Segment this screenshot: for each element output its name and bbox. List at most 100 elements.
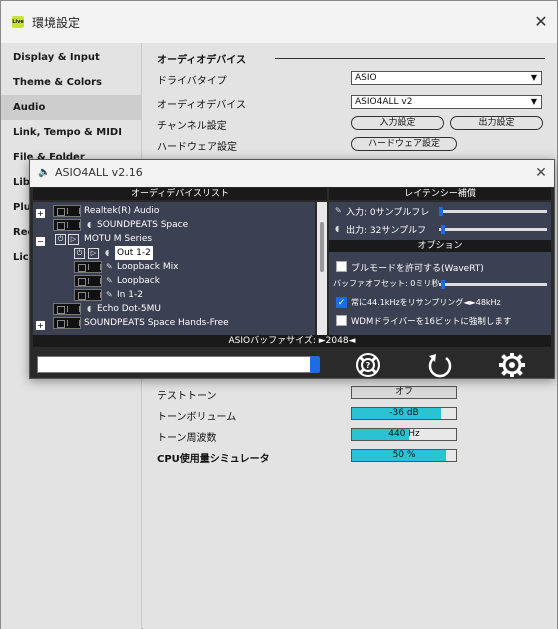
audio-device-select[interactable]: ASIO4ALL v2 ▼ bbox=[351, 95, 542, 109]
speaker-icon: ◖ bbox=[105, 248, 110, 257]
asio-title: ASIO4ALL v2.16 bbox=[55, 166, 143, 179]
buffer-size-knob[interactable] bbox=[310, 356, 320, 373]
latency-in-knob[interactable] bbox=[439, 207, 443, 216]
buffer-offset-label: バッファオフセット: 0ミリ秒 bbox=[333, 279, 440, 288]
device-list: + Realtek(R) Audio ◖ SOUNDPEATS Space − … bbox=[33, 202, 315, 335]
sidebar-item-theme-colors[interactable]: Theme & Colors bbox=[1, 70, 142, 95]
cpu-sim-label: CPU使用量シミュレータ bbox=[157, 454, 270, 465]
wavert-label: ブルモードを許可する(WaveRT) bbox=[351, 264, 484, 274]
power-icon[interactable]: ⏻ bbox=[55, 234, 66, 245]
expand-icon[interactable]: + bbox=[36, 321, 45, 330]
audio-device-value: ASIO4ALL v2 bbox=[355, 97, 413, 107]
speaker-icon: ◖ bbox=[335, 224, 340, 233]
device-list-header: オーディデバイスリスト bbox=[33, 188, 327, 200]
speaker-icon: ◖ bbox=[87, 304, 92, 313]
audio-device-label: オーディオデバイス bbox=[157, 100, 246, 111]
section-divider bbox=[275, 58, 545, 59]
device-soundpeats-handsfree[interactable]: SOUNDPEATS Space Hands-Free bbox=[84, 316, 229, 330]
force-16bit-checkbox[interactable] bbox=[336, 315, 347, 326]
live-logo: Live bbox=[12, 16, 24, 28]
buffer-offset-slider[interactable] bbox=[439, 283, 547, 286]
device-list-scrollbar[interactable] bbox=[317, 202, 327, 335]
driver-type-label: ドライバタイプ bbox=[157, 76, 227, 87]
close-icon[interactable]: ✕ bbox=[530, 162, 552, 184]
sidebar-item-link-tempo-midi[interactable]: Link, Tempo & MIDI bbox=[1, 120, 142, 145]
mic-icon: ✎ bbox=[106, 262, 113, 271]
output-config-button[interactable]: 出力設定 bbox=[450, 116, 543, 130]
play-icon[interactable]: ▷ bbox=[88, 248, 99, 259]
tone-volume-slider[interactable]: -36 dB bbox=[351, 407, 457, 420]
speaker-icon: ◖ bbox=[87, 220, 92, 229]
speaker-icon: 🔈 bbox=[38, 167, 51, 178]
cpu-sim-slider[interactable]: 50 % bbox=[351, 449, 457, 462]
buffer-offset-knob[interactable] bbox=[441, 280, 445, 289]
latency-in-label: 入力: 0サンプルフレ bbox=[346, 208, 430, 218]
scrollbar-thumb[interactable] bbox=[320, 222, 324, 272]
collapse-icon[interactable]: − bbox=[36, 237, 45, 246]
asio-body: オーディデバイスリスト レイテンシー補償 + Realtek(R) Audio … bbox=[30, 187, 554, 378]
channel-out-1-2[interactable]: Out 1-2 bbox=[115, 246, 153, 260]
tone-volume-value: -36 dB bbox=[389, 408, 419, 418]
device-icon bbox=[53, 219, 81, 231]
mic-icon: ✎ bbox=[106, 290, 113, 299]
force-16bit-label: WDMドライバーを16ビットに強制します bbox=[351, 317, 512, 327]
latency-out-slider[interactable] bbox=[439, 228, 547, 231]
channel-loopback[interactable]: Loopback bbox=[117, 274, 160, 288]
hardware-config-label: ハードウェア設定 bbox=[157, 142, 237, 153]
chevron-down-icon: ▼ bbox=[530, 97, 537, 106]
device-icon bbox=[53, 205, 81, 217]
options-header: オプション bbox=[329, 240, 551, 252]
wavert-checkbox[interactable] bbox=[336, 261, 347, 272]
latency-out-knob[interactable] bbox=[441, 225, 445, 234]
close-icon[interactable]: ✕ bbox=[529, 10, 553, 34]
expand-icon[interactable]: + bbox=[36, 209, 45, 218]
chevron-down-icon: ▼ bbox=[530, 73, 537, 82]
buffer-size-slider[interactable] bbox=[37, 356, 320, 373]
mic-icon: ✎ bbox=[335, 206, 342, 215]
device-realtek[interactable]: Realtek(R) Audio bbox=[84, 204, 159, 218]
channel-loopback-mix[interactable]: Loopback Mix bbox=[117, 260, 178, 274]
resample-checkbox[interactable]: ✓ bbox=[336, 297, 347, 308]
help-icon[interactable]: ? bbox=[352, 352, 384, 378]
latency-header: レイテンシー補償 bbox=[329, 188, 551, 200]
tone-freq-slider[interactable]: 440 Hz bbox=[351, 428, 457, 441]
device-icon bbox=[74, 275, 102, 287]
sidebar-item-display-input[interactable]: Display & Input bbox=[1, 45, 142, 70]
hardware-config-button[interactable]: ハードウェア設定 bbox=[351, 137, 457, 151]
tone-volume-label: トーンボリューム bbox=[157, 412, 237, 423]
latency-out-label: 出力: 32サンプルフ bbox=[346, 226, 427, 236]
title-bar: Live 環境設定 ✕ bbox=[1, 1, 557, 43]
device-icon bbox=[74, 261, 102, 273]
input-config-button[interactable]: 入力設定 bbox=[351, 116, 444, 130]
driver-type-value: ASIO bbox=[355, 73, 377, 83]
options-panel: ✎ 入力: 0サンプルフレ ◖ 出力: 32サンプルフ オプション ブルモードを… bbox=[329, 202, 551, 335]
buffer-size-label: ASIOバッファサイズ: ►2048◄ bbox=[33, 335, 551, 347]
channel-config-label: チャンネル設定 bbox=[157, 121, 227, 132]
channel-in-1-2[interactable]: In 1-2 bbox=[117, 288, 143, 302]
asio-title-bar: 🔈 ASIO4ALL v2.16 ✕ bbox=[30, 160, 554, 187]
tone-freq-value: 440 Hz bbox=[388, 429, 420, 439]
device-soundpeats-space[interactable]: SOUNDPEATS Space bbox=[97, 218, 188, 232]
svg-text:?: ? bbox=[366, 361, 371, 370]
reset-icon[interactable] bbox=[424, 352, 456, 378]
test-tone-label: テストトーン bbox=[157, 391, 217, 402]
play-icon[interactable]: ▷ bbox=[68, 234, 79, 245]
latency-in-slider[interactable] bbox=[439, 210, 547, 213]
section-title: オーディオデバイス bbox=[157, 55, 246, 66]
power-icon[interactable]: ⏻ bbox=[74, 248, 85, 259]
asio4all-dialog: 🔈 ASIO4ALL v2.16 ✕ オーディデバイスリスト レイテンシー補償 … bbox=[29, 159, 555, 379]
resample-label: 常に44.1kHzをリサンプリング◄►48kHz bbox=[351, 298, 501, 307]
device-echo-dot[interactable]: Echo Dot-5MU bbox=[97, 302, 161, 316]
window-title: 環境設定 bbox=[32, 16, 81, 30]
driver-type-select[interactable]: ASIO ▼ bbox=[351, 71, 542, 85]
sidebar-item-audio[interactable]: Audio bbox=[1, 95, 142, 120]
device-motu[interactable]: MOTU M Series bbox=[84, 232, 152, 246]
settings-icon[interactable] bbox=[496, 352, 528, 378]
device-icon bbox=[53, 303, 81, 315]
tone-freq-label: トーン周波数 bbox=[157, 433, 217, 444]
device-icon bbox=[53, 317, 81, 329]
cpu-sim-value: 50 % bbox=[392, 450, 416, 460]
device-icon bbox=[74, 289, 102, 301]
test-tone-toggle[interactable]: オフ bbox=[351, 386, 457, 399]
mic-icon: ✎ bbox=[106, 276, 113, 285]
